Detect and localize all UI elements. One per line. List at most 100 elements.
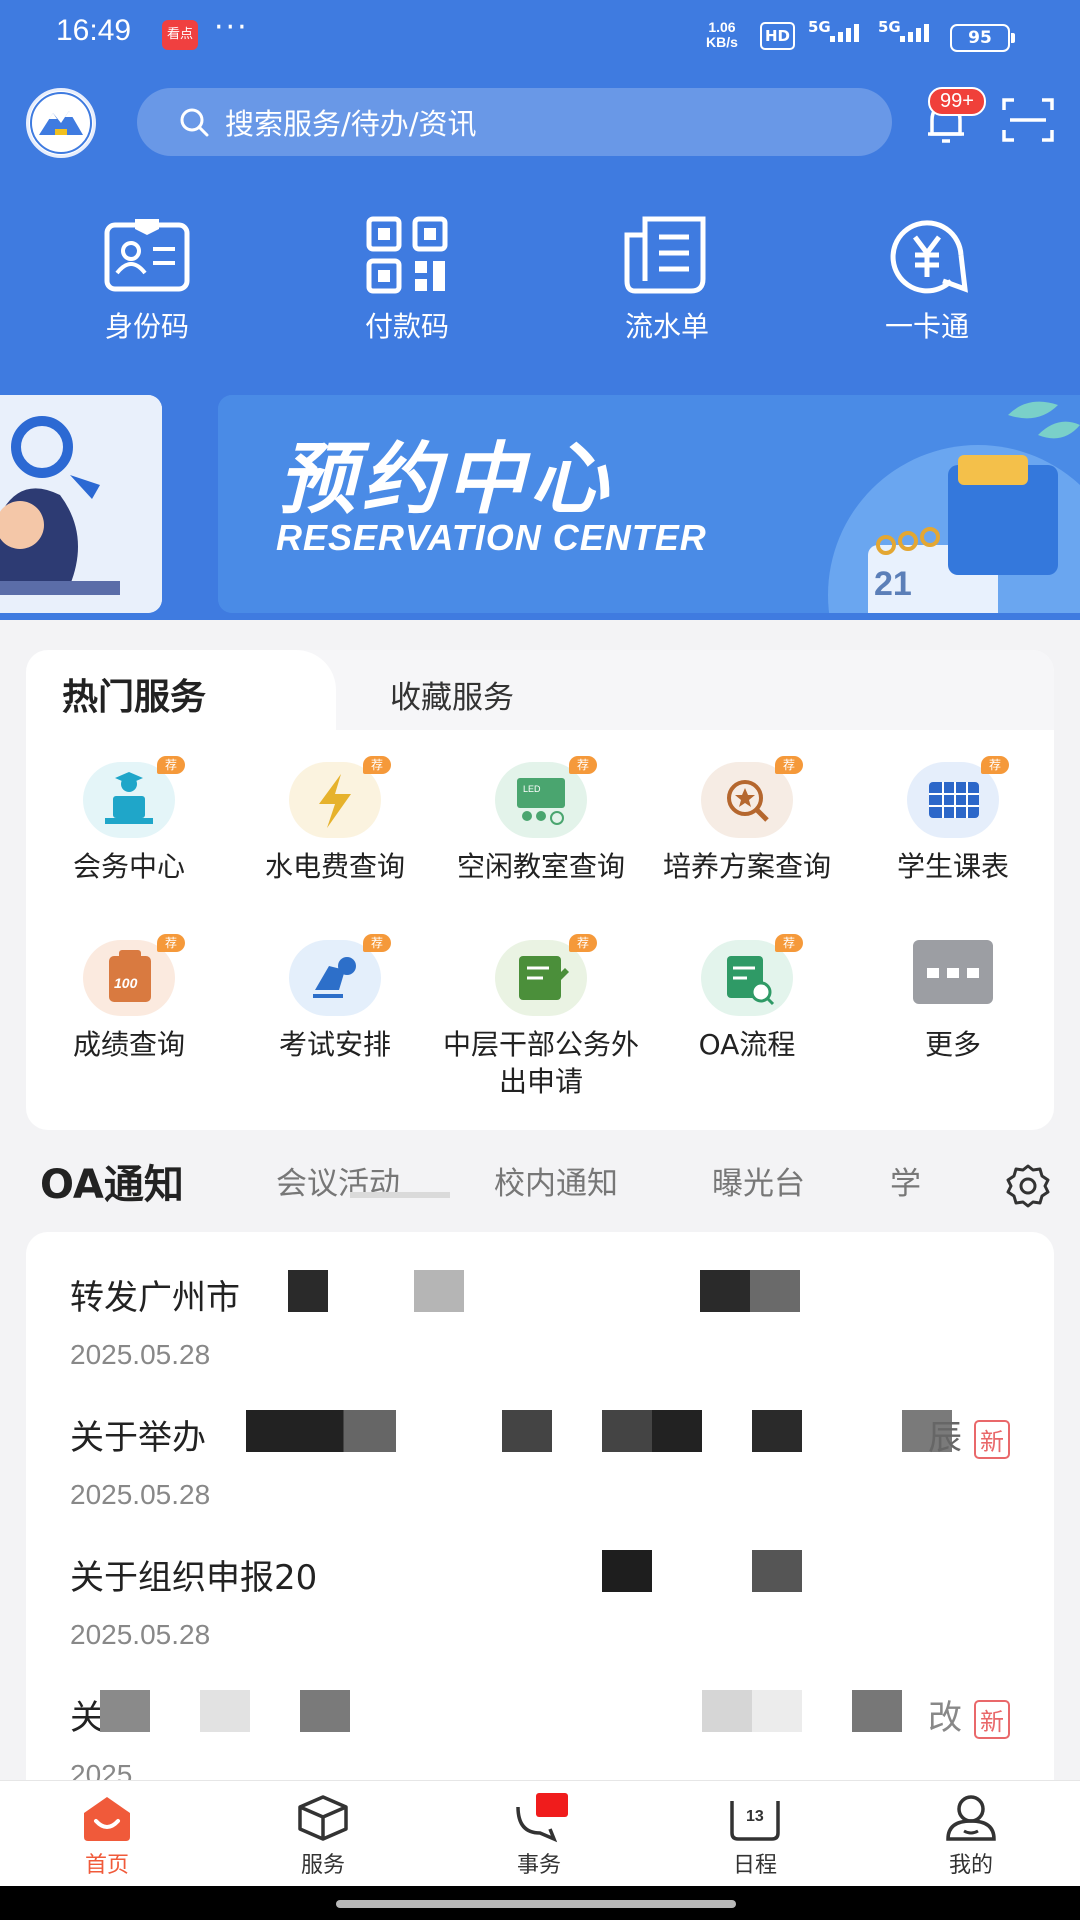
banner-subtitle: RESERVATION CENTER bbox=[276, 517, 707, 558]
redacted-block bbox=[752, 1410, 802, 1452]
item-date: 2025.05.28 bbox=[70, 1619, 211, 1650]
scan-icon[interactable] bbox=[1000, 96, 1056, 148]
tab-exposure[interactable]: 曝光台 bbox=[712, 1158, 805, 1203]
item-title-tail: 辰 bbox=[928, 1418, 962, 1458]
recommend-badge: 荐 bbox=[157, 756, 185, 774]
redacted-block bbox=[752, 1550, 802, 1592]
tab-campus-notices[interactable]: 校内通知 bbox=[494, 1158, 618, 1203]
item-date: 2025.05.28 bbox=[70, 1479, 211, 1510]
service-score-query[interactable]: 100 荐 成绩查询 bbox=[26, 934, 232, 1063]
nav-affairs[interactable]: 事务 bbox=[474, 1793, 604, 1879]
quick-statement[interactable]: 流水单 bbox=[567, 215, 767, 345]
lightning-icon: 荐 bbox=[289, 756, 391, 838]
service-label: 更多 bbox=[924, 1028, 981, 1061]
battery-icon: 95 bbox=[950, 24, 1015, 52]
svg-text:LED: LED bbox=[523, 784, 541, 794]
redacted-block bbox=[702, 1690, 802, 1732]
service-label: 空闲教室查询 bbox=[456, 850, 625, 883]
recommend-badge: 荐 bbox=[569, 934, 597, 952]
status-time: 16:49 bbox=[56, 14, 132, 47]
reservation-center-banner[interactable]: 预约中心 RESERVATION CENTER 21 bbox=[218, 395, 1080, 613]
redacted-block bbox=[288, 1270, 328, 1312]
signal-5g-label: 5G bbox=[808, 18, 831, 36]
redacted-block bbox=[852, 1690, 902, 1732]
search-placeholder: 搜索服务/待办/资讯 bbox=[225, 107, 477, 141]
nav-services[interactable]: 服务 bbox=[258, 1793, 388, 1879]
service-utility-query[interactable]: 荐 水电费查询 bbox=[232, 756, 438, 885]
recommend-badge: 荐 bbox=[363, 756, 391, 774]
banner-title: 预约中心 bbox=[278, 435, 615, 525]
bottom-nav: 首页 服务 事务 13 日程 我的 bbox=[0, 1780, 1080, 1886]
svg-text:13: 13 bbox=[746, 1808, 764, 1825]
quick-pay-code[interactable]: 付款码 bbox=[307, 215, 507, 345]
list-item[interactable]: 关于 改 新 2025 bbox=[70, 1690, 1010, 1791]
oa-flow-icon: 荐 bbox=[701, 934, 803, 1016]
plan-search-icon: 荐 bbox=[701, 756, 803, 838]
list-item[interactable]: 关于组织申报20 2025.05.28 bbox=[70, 1550, 1010, 1651]
signal-icon-2 bbox=[900, 24, 929, 42]
search-input[interactable]: 搜索服务/待办/资讯 bbox=[137, 88, 892, 156]
service-cadre-leave-application[interactable]: 荐 中层干部公务外出申请 bbox=[438, 934, 644, 1100]
qr-code-icon bbox=[366, 216, 448, 294]
service-exam-schedule[interactable]: 荐 考试安排 bbox=[232, 934, 438, 1063]
item-date: 2025.05.28 bbox=[70, 1339, 211, 1370]
gear-icon[interactable] bbox=[1004, 1162, 1052, 1214]
item-title-tail: 改 bbox=[928, 1698, 962, 1738]
recommend-badge: 荐 bbox=[775, 934, 803, 952]
home-icon bbox=[84, 1797, 130, 1841]
oa-notice-list: 转发广州市 2025.05.28 关于举办 辰 新 2025.05.28 关于组… bbox=[26, 1232, 1054, 1792]
nav-home[interactable]: 首页 bbox=[42, 1793, 172, 1879]
banner-previous[interactable] bbox=[0, 395, 162, 613]
quick-id-code[interactable]: 身份码 bbox=[47, 215, 247, 345]
quick-label: 一卡通 bbox=[884, 310, 969, 343]
item-title: 关于组织申报20 bbox=[70, 1558, 318, 1598]
quick-label: 流水单 bbox=[624, 310, 709, 343]
service-student-timetable[interactable]: 荐 学生课表 bbox=[850, 756, 1054, 885]
network-speed: 1.06 KB/s bbox=[706, 19, 738, 50]
hd-icon: HD bbox=[760, 22, 796, 50]
service-free-classroom[interactable]: LED 荐 空闲教室查询 bbox=[438, 756, 644, 885]
illustration-icon bbox=[0, 395, 162, 613]
notification-badge: 99+ bbox=[928, 87, 986, 116]
redacted-block bbox=[502, 1410, 552, 1452]
yuan-card-icon bbox=[890, 220, 968, 294]
recommend-badge: 荐 bbox=[775, 756, 803, 774]
nav-mine[interactable]: 我的 bbox=[906, 1793, 1036, 1879]
classroom-icon: LED 荐 bbox=[495, 756, 597, 838]
redacted-block bbox=[200, 1690, 250, 1732]
redacted-block bbox=[100, 1690, 150, 1732]
quick-label: 付款码 bbox=[364, 310, 449, 343]
tab-study[interactable]: 学 bbox=[890, 1158, 921, 1203]
nav-schedule[interactable]: 13 日程 bbox=[690, 1793, 820, 1879]
service-label: 学生课表 bbox=[896, 850, 1009, 883]
list-item[interactable]: 关于举办 辰 新 2025.05.28 bbox=[70, 1410, 1010, 1511]
redacted-block bbox=[246, 1410, 396, 1452]
user-icon bbox=[946, 1795, 996, 1841]
redacted-block bbox=[414, 1270, 464, 1312]
service-meeting-center[interactable]: 荐 会务中心 bbox=[26, 756, 232, 885]
service-label: 考试安排 bbox=[278, 1028, 391, 1061]
item-title: 转发广州市 bbox=[70, 1278, 240, 1318]
signal-5g-label-2: 5G bbox=[878, 18, 901, 36]
service-label: OA流程 bbox=[698, 1028, 796, 1061]
meeting-icon: 荐 bbox=[83, 756, 185, 838]
service-training-plan[interactable]: 荐 培养方案查询 bbox=[644, 756, 850, 885]
score-icon: 100 荐 bbox=[83, 934, 185, 1016]
tab-hot-services[interactable]: 热门服务 bbox=[26, 650, 336, 730]
calendar-date: 21 bbox=[874, 565, 912, 603]
quick-campus-card[interactable]: 一卡通 bbox=[827, 215, 1027, 345]
nav-label: 我的 bbox=[948, 1853, 993, 1878]
svg-text:100: 100 bbox=[114, 975, 138, 991]
service-oa-flow[interactable]: 荐 OA流程 bbox=[644, 934, 850, 1063]
home-indicator[interactable] bbox=[336, 1900, 736, 1908]
list-item[interactable]: 转发广州市 2025.05.28 bbox=[70, 1270, 1010, 1371]
school-logo[interactable] bbox=[26, 88, 96, 158]
mountain-logo-icon bbox=[30, 92, 92, 154]
redacted-block bbox=[300, 1690, 350, 1732]
tab-favorite-services[interactable]: 收藏服务 bbox=[390, 672, 514, 717]
nav-label: 事务 bbox=[516, 1853, 561, 1878]
system-home-bar bbox=[0, 1886, 1080, 1920]
service-more[interactable]: 更多 bbox=[850, 940, 1054, 1063]
tab-indicator bbox=[350, 1192, 450, 1198]
services-card: 热门服务 收藏服务 荐 会务中心 荐 水电费查询 LED 荐 空闲教室查询 荐 … bbox=[26, 650, 1054, 1130]
